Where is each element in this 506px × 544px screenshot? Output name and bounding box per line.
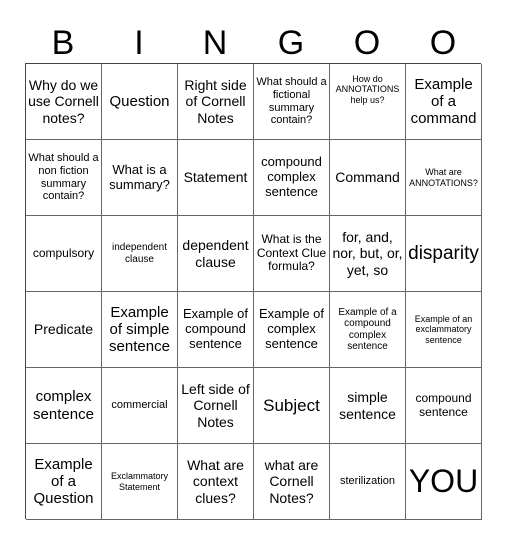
- free-space-cell[interactable]: YOU: [406, 444, 482, 520]
- bingo-cell[interactable]: Command: [330, 140, 406, 216]
- bingo-cell[interactable]: How do ANNOTATIONS help us?: [330, 64, 406, 140]
- bingo-cell[interactable]: commercial: [102, 368, 178, 444]
- bingo-cell[interactable]: dependent clause: [178, 216, 254, 292]
- bingo-cell[interactable]: Statement: [178, 140, 254, 216]
- bingo-cell[interactable]: what are Cornell Notes?: [254, 444, 330, 520]
- bingo-cell[interactable]: compound complex sentence: [254, 140, 330, 216]
- bingo-cell[interactable]: compulsory: [26, 216, 102, 292]
- header-letter: I: [134, 24, 144, 62]
- bingo-cell[interactable]: Example of a Question: [26, 444, 102, 520]
- bingo-cell[interactable]: Example of a command: [406, 64, 482, 140]
- bingo-cell[interactable]: Exclammatory Statement: [102, 444, 178, 520]
- bingo-cell[interactable]: Subject: [254, 368, 330, 444]
- bingo-cell[interactable]: Example of compound sentence: [178, 292, 254, 368]
- bingo-cell[interactable]: Example of simple sentence: [102, 292, 178, 368]
- bingo-cell[interactable]: Why do we use Cornell notes?: [26, 64, 102, 140]
- bingo-cell[interactable]: Predicate: [26, 292, 102, 368]
- bingo-cell[interactable]: Example of complex sentence: [254, 292, 330, 368]
- bingo-cell[interactable]: What should a non fiction summary contai…: [26, 140, 102, 216]
- bingo-cell[interactable]: complex sentence: [26, 368, 102, 444]
- header-letter: O: [429, 24, 457, 62]
- bingo-grid: Why do we use Cornell notes? Question Ri…: [25, 63, 482, 520]
- bingo-cell[interactable]: What is a summary?: [102, 140, 178, 216]
- header-letter: N: [202, 24, 228, 62]
- bingo-cell[interactable]: sterilization: [330, 444, 406, 520]
- bingo-cell[interactable]: What are ANNOTATIONS?: [406, 140, 482, 216]
- bingo-cell[interactable]: disparity: [406, 216, 482, 292]
- bingo-cell[interactable]: What is the Context Clue formula?: [254, 216, 330, 292]
- bingo-cell[interactable]: What are context clues?: [178, 444, 254, 520]
- header-letter: B: [51, 24, 75, 62]
- header-letter: O: [353, 24, 381, 62]
- bingo-cell[interactable]: independent clause: [102, 216, 178, 292]
- bingo-cell[interactable]: Example of an exclammatory sentence: [406, 292, 482, 368]
- bingo-cell[interactable]: Right side of Cornell Notes: [178, 64, 254, 140]
- bingo-cell[interactable]: Left side of Cornell Notes: [178, 368, 254, 444]
- bingo-cell[interactable]: compound sentence: [406, 368, 482, 444]
- bingo-cell[interactable]: simple sentence: [330, 368, 406, 444]
- bingo-cell[interactable]: What should a fictional summary contain?: [254, 64, 330, 140]
- bingo-cell[interactable]: for, and, nor, but, or, yet, so: [330, 216, 406, 292]
- bingo-cell[interactable]: Example of a compound complex sentence: [330, 292, 406, 368]
- bingo-cell[interactable]: Question: [102, 64, 178, 140]
- bingo-header: B I N G O O: [25, 22, 481, 64]
- header-letter: G: [277, 24, 305, 62]
